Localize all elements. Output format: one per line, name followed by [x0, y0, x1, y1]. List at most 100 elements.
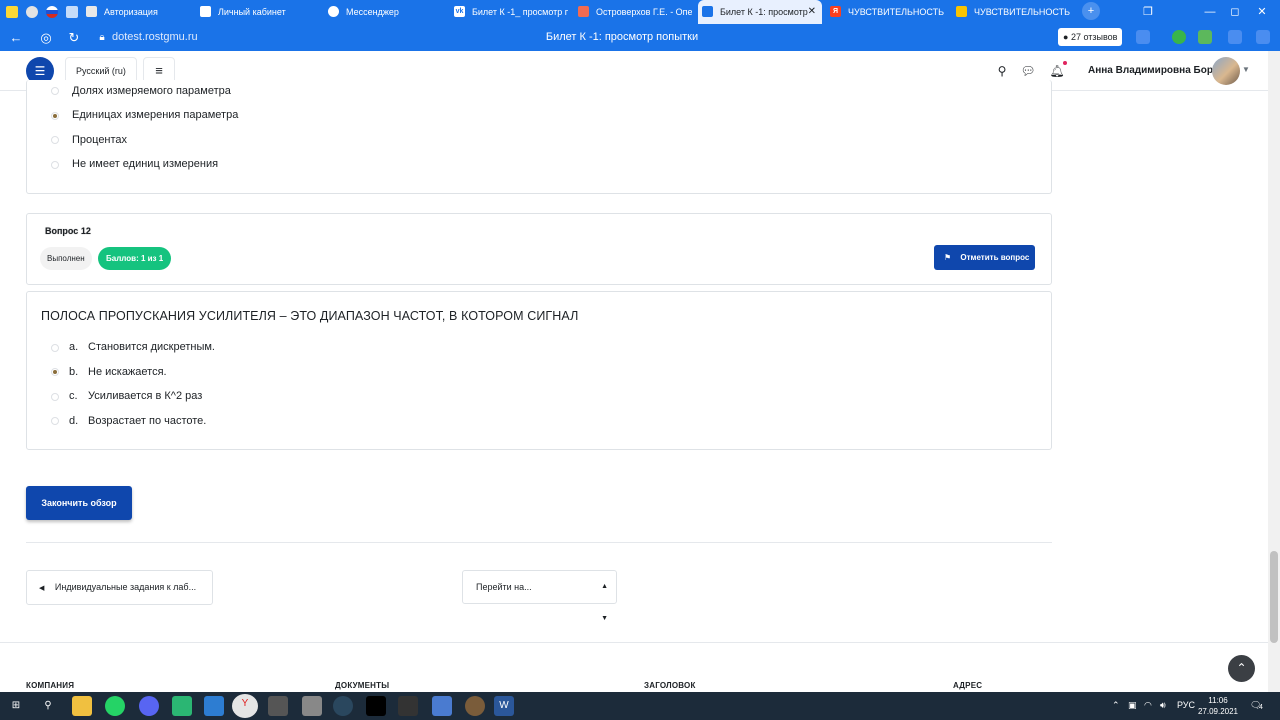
- caret-left-icon: ◀: [39, 585, 45, 592]
- browser-tab[interactable]: Авторизация: [82, 0, 192, 24]
- wifi-icon[interactable]: ◠: [1144, 700, 1152, 711]
- volume-icon[interactable]: 🔊︎: [1160, 700, 1166, 711]
- download-icon[interactable]: [1198, 30, 1212, 44]
- browser-tab[interactable]: Я ЧУВСТВИТЕЛЬНОСТЬ Д: [826, 0, 944, 24]
- radio-button-checked[interactable]: [51, 368, 59, 376]
- question-text: ПОЛОСА ПРОПУСКАНИЯ УСИЛИТЕЛЯ – ЭТО ДИАПА…: [41, 309, 579, 323]
- app-icon[interactable]: [302, 696, 322, 716]
- browser-tab[interactable]: vk Билет К -1_ просмотр п: [450, 0, 568, 24]
- file-explorer-icon[interactable]: [72, 696, 92, 716]
- browser-tab-active[interactable]: Билет К -1: просмотр ✕: [698, 0, 822, 24]
- menu-icon[interactable]: [1256, 30, 1270, 44]
- search-icon[interactable]: ⚲: [38, 696, 58, 716]
- chat-icon: [328, 6, 339, 17]
- flag-question-button[interactable]: ⚑ Отметить вопрос: [934, 245, 1035, 270]
- browser-tab-strip: Авторизация Личный кабинет Мессенджер vk…: [0, 0, 1280, 24]
- select-arrows-icon: ▲ ▼: [601, 583, 608, 622]
- calculator-icon[interactable]: [268, 696, 288, 716]
- globe-icon: [86, 6, 97, 17]
- discord-icon[interactable]: [139, 696, 159, 716]
- mail-icon[interactable]: [6, 6, 18, 18]
- browser-tab[interactable]: ЧУВСТВИТЕЛЬНОСТЬ Д: [952, 0, 1070, 24]
- reviews-badge[interactable]: ● 27 отзывов: [1058, 28, 1123, 46]
- close-icon[interactable]: ✕: [808, 0, 816, 24]
- clock[interactable]: 11:06 27.09.2021: [1196, 695, 1240, 717]
- finish-review-button[interactable]: Закончить обзор: [26, 486, 132, 520]
- jump-to-select[interactable]: Перейти на... ▲ ▼: [462, 570, 617, 622]
- answer-option-label: Возрастает по частоте.: [88, 415, 207, 427]
- answer-option-label: Усиливается в К^2 раз: [88, 390, 203, 402]
- browser-tab[interactable]: Личный кабинет: [196, 0, 311, 24]
- bookmark-icon: [702, 6, 713, 17]
- new-tab-button[interactable]: +: [1082, 2, 1100, 20]
- answer-option-label: Процентах: [72, 134, 128, 146]
- app-icon[interactable]: [172, 696, 192, 716]
- extension-icon[interactable]: [1172, 30, 1186, 44]
- answer-option-label: Не искажается.: [88, 366, 167, 378]
- scrollbar-thumb[interactable]: [1270, 551, 1278, 643]
- stack-icon[interactable]: [66, 6, 78, 18]
- radio-button[interactable]: [51, 417, 59, 425]
- chevron-up-icon[interactable]: ⌃: [1112, 700, 1120, 711]
- steam-icon[interactable]: [333, 696, 353, 716]
- previous-activity-label: Индивидуальные задания к лаб...: [54, 582, 197, 592]
- tab-label: ЧУВСТВИТЕЛЬНОСТЬ Д: [848, 7, 944, 17]
- radio-button[interactable]: [51, 136, 59, 144]
- tab-label: Билет К -1: просмотр: [720, 7, 808, 17]
- app-icon[interactable]: [204, 696, 224, 716]
- answer-option-label: Становится дискретным.: [88, 341, 215, 353]
- emblem-icon[interactable]: [26, 6, 38, 18]
- tab-label: ЧУВСТВИТЕЛЬНОСТЬ Д: [974, 7, 1070, 17]
- word-icon[interactable]: W: [494, 696, 514, 716]
- maximize-icon[interactable]: ◻: [1225, 0, 1245, 24]
- answer-letter: d.: [69, 415, 79, 427]
- minimize-icon[interactable]: —: [1200, 0, 1220, 24]
- answer-letter: b.: [69, 366, 79, 378]
- windows-start-icon[interactable]: ⊞: [6, 696, 26, 716]
- footer-heading: АДРЕС: [953, 681, 983, 690]
- footer-heading: ЗАГОЛОВОК: [644, 681, 696, 690]
- app-icon[interactable]: [465, 696, 485, 716]
- answer-letter: a.: [69, 341, 79, 353]
- folder-icon: [956, 6, 967, 17]
- browser-tab[interactable]: Островерхов Г.Е. - Опер: [574, 0, 692, 24]
- bookmark-icon[interactable]: [1136, 30, 1150, 44]
- share-icon[interactable]: [1228, 30, 1242, 44]
- app-icon[interactable]: [366, 696, 386, 716]
- browser-tab[interactable]: Мессенджер: [324, 0, 442, 24]
- flag-icon: ⚑: [944, 253, 952, 262]
- jump-to-label: Перейти на...: [476, 582, 532, 592]
- site-footer: [0, 642, 1268, 692]
- network-icon[interactable]: ▣: [1128, 700, 1137, 711]
- previous-activity-link[interactable]: ◀ Индивидуальные задания к лаб...: [26, 570, 213, 605]
- previous-question-answer-card: [26, 80, 1052, 194]
- divider: [26, 542, 1052, 543]
- answer-option-label: Единицах измерения параметра: [72, 109, 239, 121]
- radio-button[interactable]: [51, 161, 59, 169]
- answer-letter: c.: [69, 390, 78, 402]
- radio-button[interactable]: [51, 344, 59, 352]
- radio-button-checked[interactable]: [51, 112, 59, 120]
- app-icon[interactable]: [398, 696, 418, 716]
- score-badge: Баллов: 1 из 1: [98, 247, 172, 270]
- tab-label: Авторизация: [104, 7, 158, 17]
- bookmark-icon: [200, 6, 211, 17]
- app-icon[interactable]: [432, 696, 452, 716]
- tabs-icon[interactable]: ❐: [1138, 0, 1158, 24]
- yandex-browser-icon[interactable]: Y: [232, 694, 258, 718]
- pdf-icon: [578, 6, 589, 17]
- language-indicator[interactable]: РУС: [1177, 700, 1195, 710]
- flag-icon[interactable]: [46, 6, 58, 18]
- tab-label: Личный кабинет: [218, 7, 286, 17]
- date: 27.09.2021: [1197, 707, 1239, 716]
- comment-icon: ●: [1063, 32, 1069, 42]
- whatsapp-icon[interactable]: [105, 696, 125, 716]
- tab-label: Билет К -1_ просмотр п: [472, 7, 568, 17]
- yandex-icon: Я: [830, 6, 841, 17]
- tab-label: Мессенджер: [346, 7, 399, 17]
- flag-question-label: Отметить вопрос: [960, 253, 1030, 262]
- radio-button[interactable]: [51, 393, 59, 401]
- footer-heading: КОМПАНИЯ: [26, 681, 75, 690]
- back-to-top-button[interactable]: ⌃: [1228, 655, 1255, 682]
- close-window-icon[interactable]: ✕: [1252, 0, 1272, 24]
